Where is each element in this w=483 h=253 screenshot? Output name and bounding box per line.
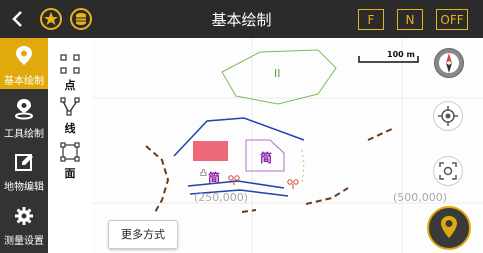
point-icon bbox=[60, 54, 80, 74]
compass-icon bbox=[439, 53, 459, 73]
n-button[interactable]: N bbox=[397, 9, 423, 30]
draw-polygon-label: 面 bbox=[64, 167, 76, 180]
feature-label-1: 简 bbox=[208, 171, 221, 185]
brown-line-right[interactable] bbox=[305, 187, 349, 205]
polygon-label: II bbox=[274, 67, 281, 80]
sidebar-item-measure-settings[interactable]: 测量设置 bbox=[0, 198, 48, 249]
compass-button[interactable] bbox=[434, 48, 464, 78]
fit-extent-icon bbox=[439, 162, 457, 180]
polygon-icon bbox=[60, 142, 80, 162]
sidebar-item-label: 工具绘制 bbox=[4, 129, 44, 140]
f-button[interactable]: F bbox=[358, 9, 384, 30]
sidebar-item-tool-draw[interactable]: 工具绘制 bbox=[0, 91, 48, 142]
draw-point-label: 点 bbox=[64, 79, 76, 92]
sidebar: 基本绘制 工具绘制 地物编辑 测量设置 bbox=[0, 38, 48, 253]
sidebar-item-label: 基本绘制 bbox=[4, 76, 44, 87]
brown-line-top-right[interactable] bbox=[367, 127, 395, 141]
tool-pin-icon bbox=[15, 99, 33, 120]
blue-line-lower-1[interactable] bbox=[187, 180, 285, 189]
draw-type-bar: 点 线 面 bbox=[48, 38, 93, 253]
green-dashed-line[interactable] bbox=[301, 149, 305, 185]
off-button[interactable]: OFF bbox=[436, 9, 468, 30]
location-pin-icon bbox=[16, 46, 32, 65]
gear-icon bbox=[15, 207, 33, 225]
top-bar: 基本绘制 F N OFF bbox=[0, 0, 483, 38]
brown-line-left[interactable] bbox=[145, 145, 170, 215]
edit-icon bbox=[15, 154, 33, 171]
add-point-button[interactable] bbox=[427, 206, 471, 250]
coord-label-right: (500,000) bbox=[393, 191, 448, 204]
sidebar-item-label: 测量设置 bbox=[4, 236, 44, 247]
scale-bar-label: 100 m bbox=[387, 50, 415, 59]
feature-label-2: 简 bbox=[260, 151, 273, 165]
scale-bar: 100 m bbox=[358, 50, 430, 64]
brown-line-bottom[interactable] bbox=[241, 209, 257, 213]
line-icon bbox=[60, 97, 80, 116]
more-methods-button[interactable]: 更多方式 bbox=[108, 220, 178, 249]
sidebar-item-label: 地物编辑 bbox=[4, 182, 44, 193]
crosshair-icon bbox=[438, 106, 458, 126]
location-pin-icon bbox=[441, 216, 457, 238]
locate-button[interactable] bbox=[433, 101, 463, 131]
draw-line-item[interactable]: 线 bbox=[48, 95, 92, 137]
point-marker-label: 凸 bbox=[200, 169, 207, 177]
tree-symbols bbox=[228, 175, 299, 189]
coord-label-left: (250,000) bbox=[194, 191, 249, 204]
draw-line-label: 线 bbox=[64, 122, 76, 135]
full-extent-button[interactable] bbox=[433, 156, 463, 186]
red-filled-area[interactable] bbox=[193, 141, 228, 161]
sidebar-item-basic-draw[interactable]: 基本绘制 bbox=[0, 38, 48, 89]
sidebar-item-feature-edit[interactable]: 地物编辑 bbox=[0, 144, 48, 195]
draw-point-item[interactable]: 点 bbox=[48, 52, 92, 94]
draw-polygon-item[interactable]: 面 bbox=[48, 140, 92, 182]
